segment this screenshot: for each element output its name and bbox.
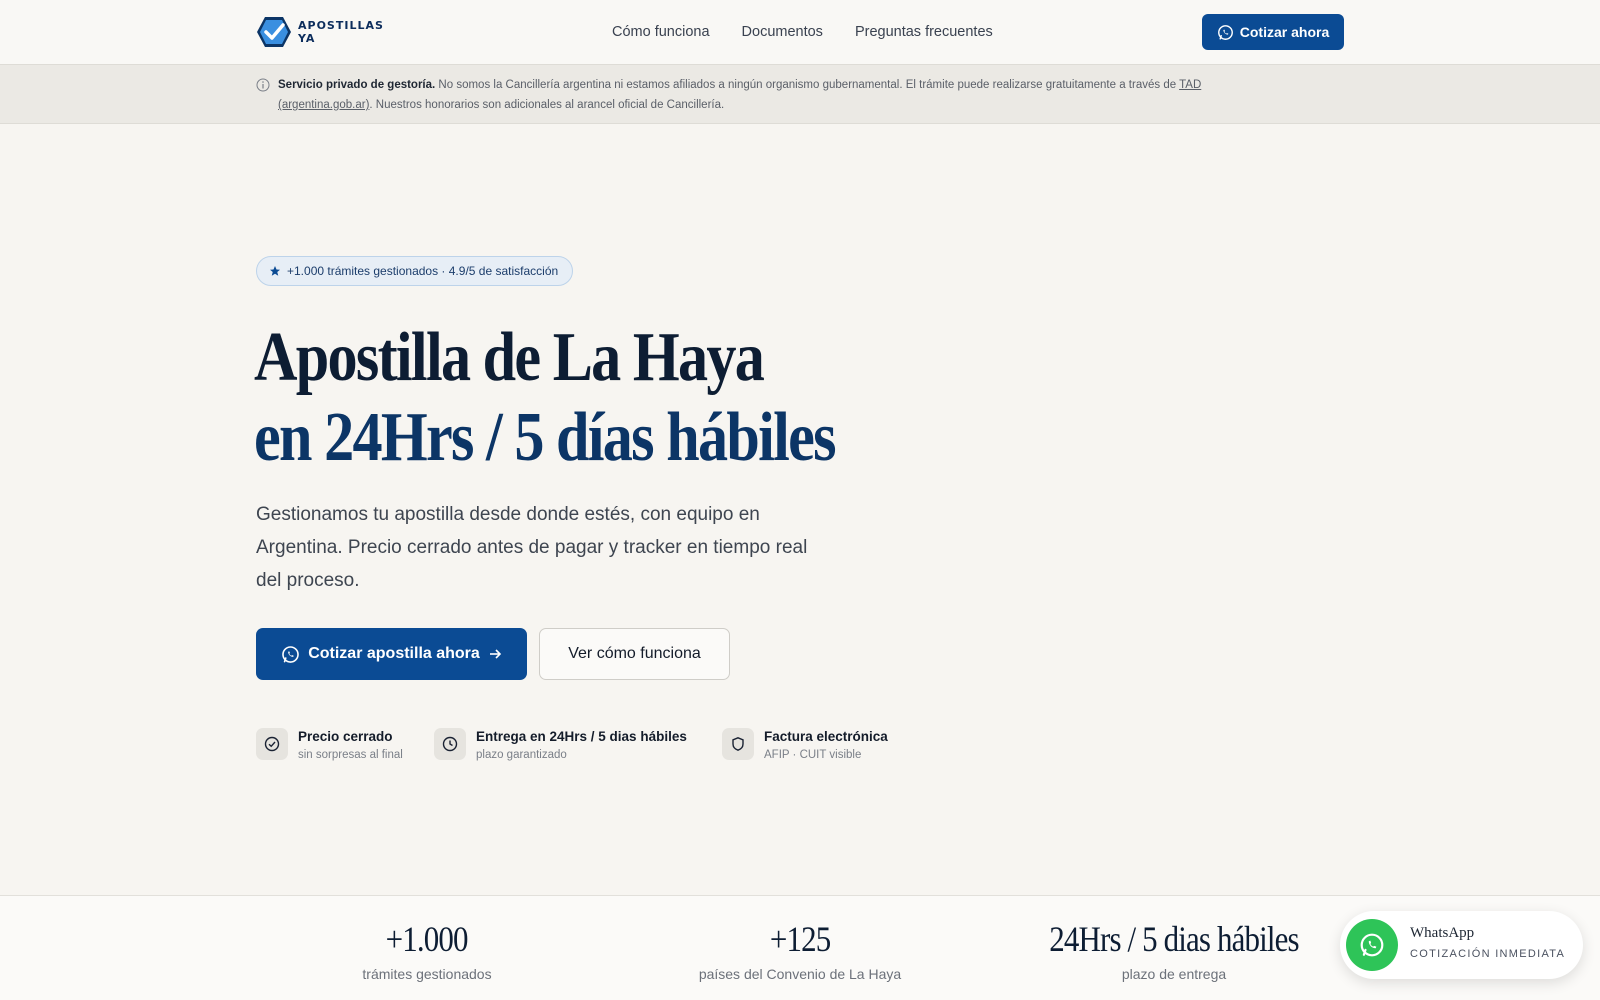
stat-value: +125: [769, 919, 831, 959]
top-nav: APOSTILLAS YA Cómo funciona Documentos P…: [0, 0, 1600, 64]
stat-paises: +125 países del Convenio de La Haya: [660, 918, 940, 982]
brand-line-1: APOSTILLAS: [298, 19, 384, 32]
check-circle-icon: [256, 728, 288, 760]
arrow-right-icon: [489, 649, 501, 659]
feature-subtitle: plazo garantizado: [476, 749, 567, 761]
rating-badge-text: +1.000 trámites gestionados · 4.9/5 de s…: [287, 264, 559, 278]
stat-value: 24Hrs / 5 dias hábiles: [1049, 919, 1299, 959]
brand-logo[interactable]: APOSTILLAS YA: [256, 16, 388, 48]
feature-title: Precio cerrado: [298, 729, 393, 744]
info-icon: [256, 78, 270, 92]
cotizar-apostilla-button[interactable]: Cotizar apostilla ahora: [256, 628, 527, 680]
disclaimer-banner: Servicio privado de gestoría. No somos l…: [0, 64, 1600, 124]
hero-title-line-2: en 24Hrs / 5 días hábiles: [254, 399, 837, 476]
stat-tramites: +1.000 trámites gestionados: [327, 918, 527, 982]
stat-value: +1.000: [386, 919, 469, 959]
stat-label: plazo de entrega: [1121, 966, 1227, 982]
stat-plazo: 24Hrs / 5 dias hábiles plazo de entrega: [1024, 918, 1324, 982]
feature-subtitle: sin sorpresas al final: [298, 749, 403, 761]
hero-title: Apostilla de La Haya en 24Hrs / 5 días h…: [254, 318, 837, 478]
brand-name: APOSTILLAS YA: [298, 19, 388, 45]
nav-link-preguntas[interactable]: Preguntas frecuentes: [855, 24, 993, 40]
nav-link-como-funciona[interactable]: Cómo funciona: [612, 24, 710, 40]
whatsapp-icon: [282, 645, 300, 663]
logo-check-icon: [257, 17, 291, 47]
brand-line-2: YA: [298, 32, 316, 45]
feature-precio-cerrado: Precio cerrado sin sorpresas al final: [256, 728, 403, 764]
feature-title: Entrega en 24Hrs / 5 dias hábiles: [476, 729, 687, 744]
disclaimer-text-1: No somos la Cancillería argentina ni est…: [435, 79, 1180, 91]
whatsapp-float-button[interactable]: WhatsApp COTIZACIÓN INMEDIATA: [1340, 911, 1583, 979]
shield-icon: [722, 728, 754, 760]
whatsapp-icon: [1217, 24, 1233, 40]
rating-badge: +1.000 trámites gestionados · 4.9/5 de s…: [256, 256, 574, 286]
nav-cotizar-button[interactable]: Cotizar ahora: [1202, 14, 1344, 50]
disclaimer-bold: Servicio privado de gestoría.: [278, 79, 436, 91]
feature-factura: Factura electrónica AFIP · CUIT visible: [722, 728, 888, 764]
hero-title-line-1: Apostilla de La Haya: [254, 319, 765, 396]
whatsapp-subtitle: COTIZACIÓN INMEDIATA: [1410, 948, 1566, 960]
nav-link-documentos[interactable]: Documentos: [742, 24, 823, 40]
nav-cotizar-label: Cotizar ahora: [1239, 24, 1330, 40]
feature-title: Factura electrónica: [764, 729, 888, 744]
ver-como-funciona-label: Ver cómo funciona: [568, 645, 701, 662]
nav-links: Cómo funciona Documentos Preguntas frecu…: [612, 24, 993, 40]
cotizar-apostilla-label: Cotizar apostilla ahora: [308, 645, 480, 662]
ver-como-funciona-button[interactable]: Ver cómo funciona: [539, 628, 730, 680]
clock-icon: [434, 728, 466, 760]
disclaimer-text: Servicio privado de gestoría. No somos l…: [278, 75, 1268, 115]
whatsapp-icon: [1346, 919, 1398, 971]
whatsapp-name: WhatsApp: [1410, 925, 1475, 941]
feature-subtitle: AFIP · CUIT visible: [764, 749, 862, 761]
star-icon: [270, 266, 280, 276]
feature-entrega: Entrega en 24Hrs / 5 dias hábiles plazo …: [434, 728, 687, 764]
stat-label: trámites gestionados: [362, 966, 492, 982]
hero-subtitle: Gestionamos tu apostilla desde donde est…: [256, 504, 808, 591]
disclaimer-text-2: . Nuestros honorarios son adicionales al…: [369, 99, 725, 111]
stat-label: países del Convenio de La Haya: [698, 966, 902, 982]
